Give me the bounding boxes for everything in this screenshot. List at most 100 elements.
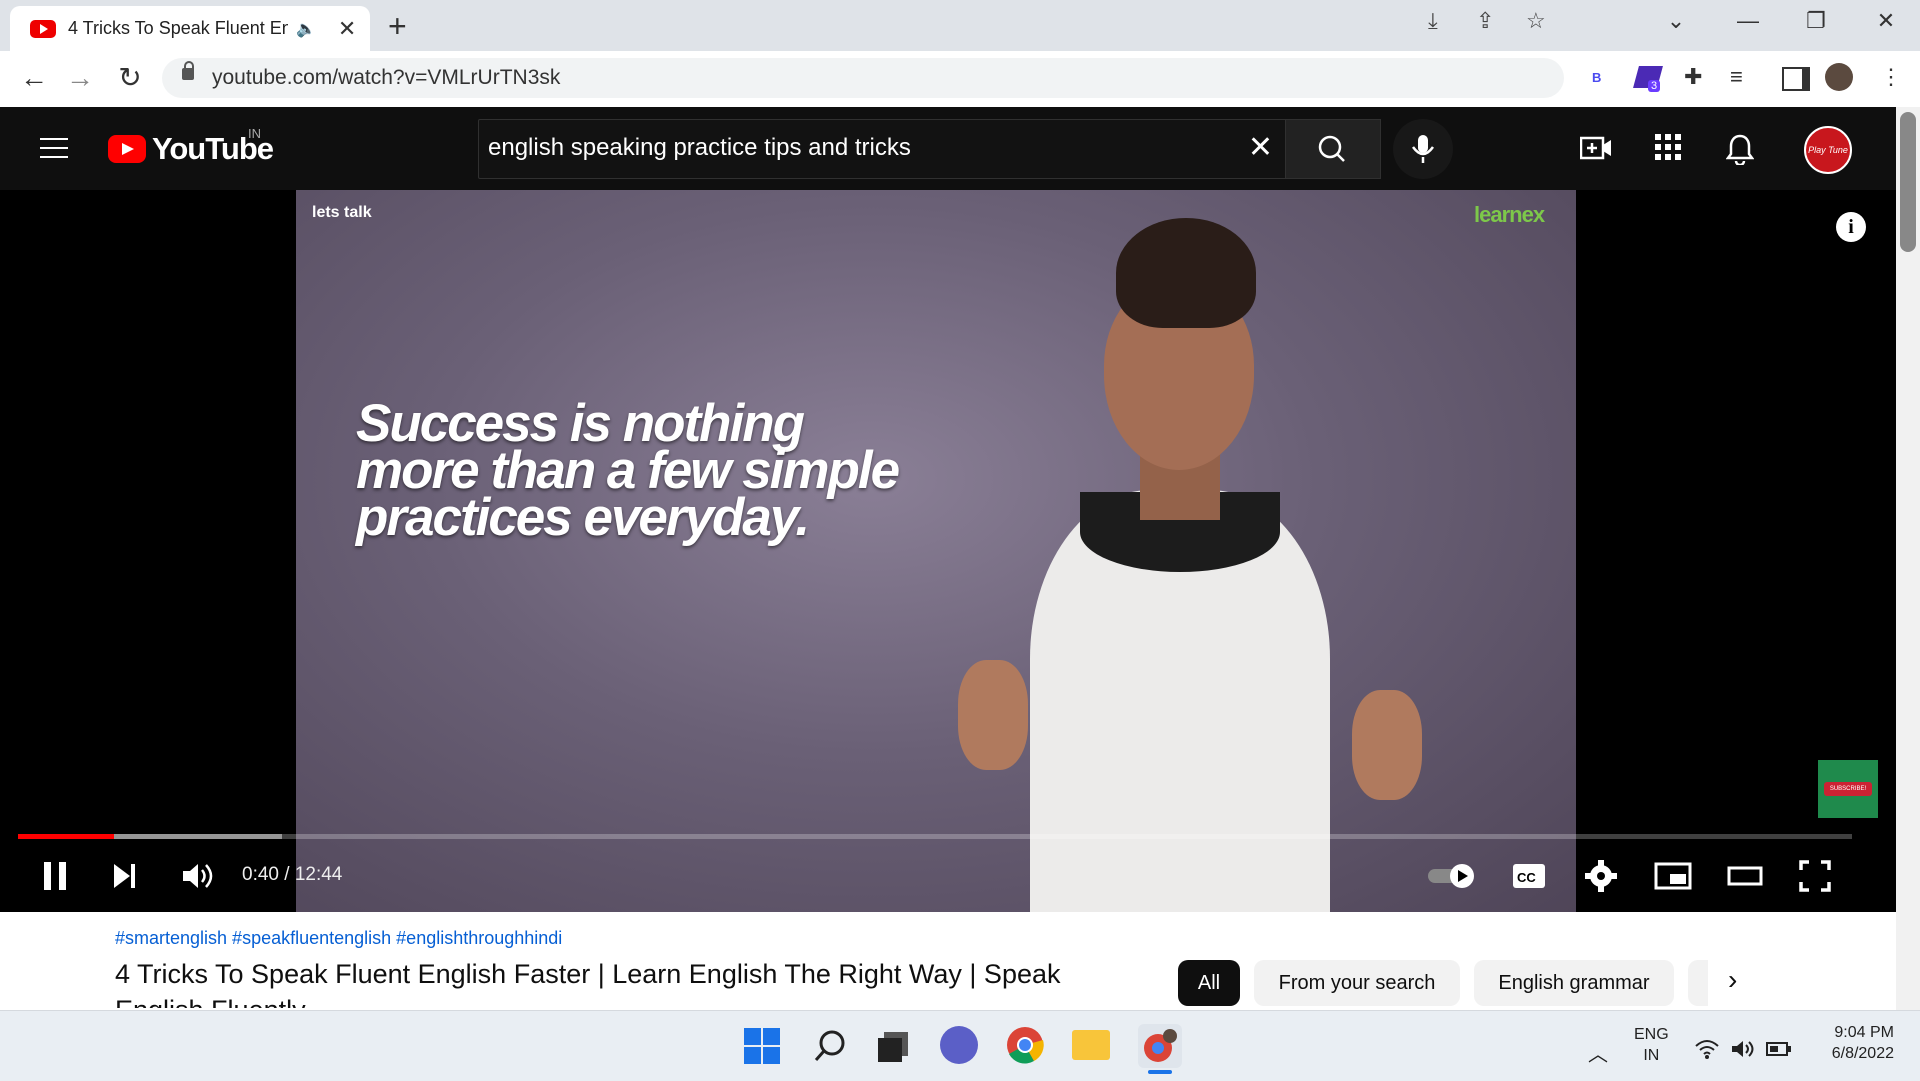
- next-icon: [114, 864, 135, 888]
- volume-icon: [183, 864, 213, 888]
- url-text[interactable]: youtube.com/watch?v=VMLrUrTN3sk: [212, 66, 560, 90]
- presenter-hair: [1116, 218, 1256, 328]
- create-video-icon[interactable]: [1579, 133, 1612, 170]
- theater-icon: [1727, 866, 1763, 886]
- scrollbar-thumb[interactable]: [1900, 112, 1916, 252]
- fullscreen-button[interactable]: [1798, 858, 1832, 903]
- forward-button[interactable]: →: [62, 62, 98, 94]
- share-icon[interactable]: ⇪: [1476, 8, 1494, 34]
- presenter-hand-left: [958, 660, 1028, 770]
- task-view-icon[interactable]: [876, 1030, 910, 1067]
- youtube-account-avatar[interactable]: Play Tune: [1804, 126, 1852, 174]
- chip-all[interactable]: All: [1178, 960, 1240, 1006]
- extensions-puzzle-icon[interactable]: ✚: [1684, 64, 1702, 90]
- hamburger-menu-icon[interactable]: [40, 138, 68, 158]
- new-tab-button[interactable]: +: [388, 6, 407, 46]
- miniplayer-button[interactable]: [1654, 858, 1692, 903]
- speaker-tray-icon[interactable]: [1730, 1038, 1756, 1066]
- chrome-menu-icon[interactable]: ⋮: [1880, 64, 1902, 90]
- teams-chat-icon[interactable]: [940, 1026, 978, 1064]
- settings-button[interactable]: [1584, 858, 1618, 903]
- volume-button[interactable]: [180, 858, 214, 903]
- miniplayer-icon: [1654, 862, 1692, 890]
- taskbar-search-icon[interactable]: [812, 1028, 848, 1069]
- bookmark-star-icon[interactable]: ☆: [1526, 8, 1546, 34]
- captions-icon: CC: [1513, 864, 1545, 888]
- autoplay-icon: [1428, 864, 1474, 888]
- tab-search-icon[interactable]: ⌄: [1656, 8, 1696, 34]
- progress-bar-track[interactable]: [18, 834, 1852, 839]
- speaker-icon[interactable]: 🔈: [296, 19, 316, 39]
- apps-grid-icon[interactable]: [1654, 133, 1682, 168]
- chip-partial[interactable]: [1688, 960, 1708, 1006]
- search-input[interactable]: english speaking practice tips and trick…: [478, 119, 1286, 179]
- clock-time: 9:04 PM: [1834, 1024, 1894, 1041]
- back-button[interactable]: ←: [16, 62, 52, 94]
- active-app-indicator: [1148, 1070, 1172, 1074]
- autoplay-toggle[interactable]: [1426, 858, 1480, 903]
- notifications-bell-icon[interactable]: [1725, 133, 1755, 172]
- minimize-button[interactable]: —: [1728, 8, 1768, 34]
- clock-date: 6/8/2022: [1831, 1045, 1894, 1062]
- extension-badge: 3: [1648, 80, 1661, 92]
- close-tab-icon[interactable]: ✕: [338, 16, 356, 42]
- side-panel-icon[interactable]: [1782, 67, 1810, 91]
- pause-icon: [44, 862, 66, 890]
- voice-search-button[interactable]: [1393, 119, 1453, 179]
- next-button[interactable]: [110, 858, 140, 903]
- video-quote-text: Success is nothing more than a few simpl…: [356, 394, 956, 547]
- clear-search-icon[interactable]: ✕: [1248, 130, 1273, 165]
- lock-icon[interactable]: [182, 61, 194, 80]
- country-code: IN: [248, 126, 261, 141]
- battery-icon[interactable]: [1766, 1038, 1792, 1066]
- system-clock[interactable]: 9:04 PM 6/8/2022: [1810, 1022, 1894, 1064]
- profile-avatar[interactable]: [1825, 63, 1853, 91]
- youtube-favicon-icon: [30, 19, 56, 38]
- subscribe-watermark-button[interactable]: SUBSCRIBE!: [1818, 760, 1878, 818]
- tab-title: 4 Tricks To Speak Fluent English Faster …: [68, 18, 288, 38]
- address-bar[interactable]: youtube.com/watch?v=VMLrUrTN3sk: [162, 58, 1564, 98]
- language-indicator[interactable]: ENG IN: [1634, 1024, 1669, 1066]
- chip-english-grammar[interactable]: English grammar: [1474, 960, 1674, 1006]
- subscribe-label: SUBSCRIBE!: [1824, 782, 1872, 796]
- chrome-taskbar-icon[interactable]: [1006, 1026, 1044, 1069]
- lets-talk-watermark: lets talk: [312, 204, 372, 221]
- time-display: 0:40 / 12:44: [242, 864, 343, 885]
- chip-from-your-search[interactable]: From your search: [1254, 960, 1460, 1006]
- wifi-icon[interactable]: [1694, 1038, 1720, 1066]
- quote-line: more than a few simple: [356, 441, 900, 500]
- extension-b-icon[interactable]: B: [1592, 70, 1601, 85]
- info-icon[interactable]: i: [1836, 212, 1866, 242]
- chrome-profile-icon: [1144, 1029, 1177, 1062]
- presenter-hand-right: [1352, 690, 1422, 800]
- show-hidden-icons-chevron-icon[interactable]: ︿: [1588, 1038, 1608, 1067]
- youtube-logo-icon[interactable]: [108, 135, 146, 163]
- media-control-icon[interactable]: ≡: [1730, 64, 1743, 90]
- browser-tab[interactable]: 4 Tricks To Speak Fluent English Faster …: [10, 6, 370, 51]
- chevron-right-icon[interactable]: ›: [1728, 964, 1737, 996]
- lang-line2: IN: [1643, 1047, 1660, 1064]
- microphone-icon: [1411, 135, 1435, 163]
- windows-start-icon[interactable]: [744, 1028, 780, 1064]
- install-icon[interactable]: ⤓: [1428, 8, 1438, 34]
- chrome-profile-taskbar-button[interactable]: [1138, 1024, 1182, 1068]
- svg-text:CC: CC: [1517, 870, 1536, 885]
- reload-button[interactable]: ↻: [112, 62, 148, 94]
- lang-line1: ENG: [1634, 1026, 1669, 1043]
- video-frame[interactable]: [296, 190, 1576, 912]
- close-window-button[interactable]: ✕: [1866, 8, 1906, 34]
- restore-button[interactable]: ❐: [1796, 8, 1836, 34]
- video-hashtags[interactable]: #smartenglish #speakfluentenglish #engli…: [115, 928, 562, 949]
- fullscreen-icon: [1799, 860, 1831, 892]
- search-query[interactable]: english speaking practice tips and trick…: [488, 134, 911, 162]
- quote-line: practices everyday.: [356, 488, 810, 547]
- file-explorer-icon[interactable]: [1072, 1030, 1110, 1060]
- theater-mode-button[interactable]: [1726, 858, 1764, 903]
- quote-line: Success is nothing: [356, 394, 805, 453]
- pause-button[interactable]: [40, 858, 70, 903]
- search-button[interactable]: [1285, 119, 1381, 179]
- gear-icon: [1585, 860, 1617, 892]
- progress-bar-played: [18, 834, 115, 839]
- search-icon: [1318, 135, 1345, 162]
- captions-button[interactable]: CC: [1512, 858, 1546, 903]
